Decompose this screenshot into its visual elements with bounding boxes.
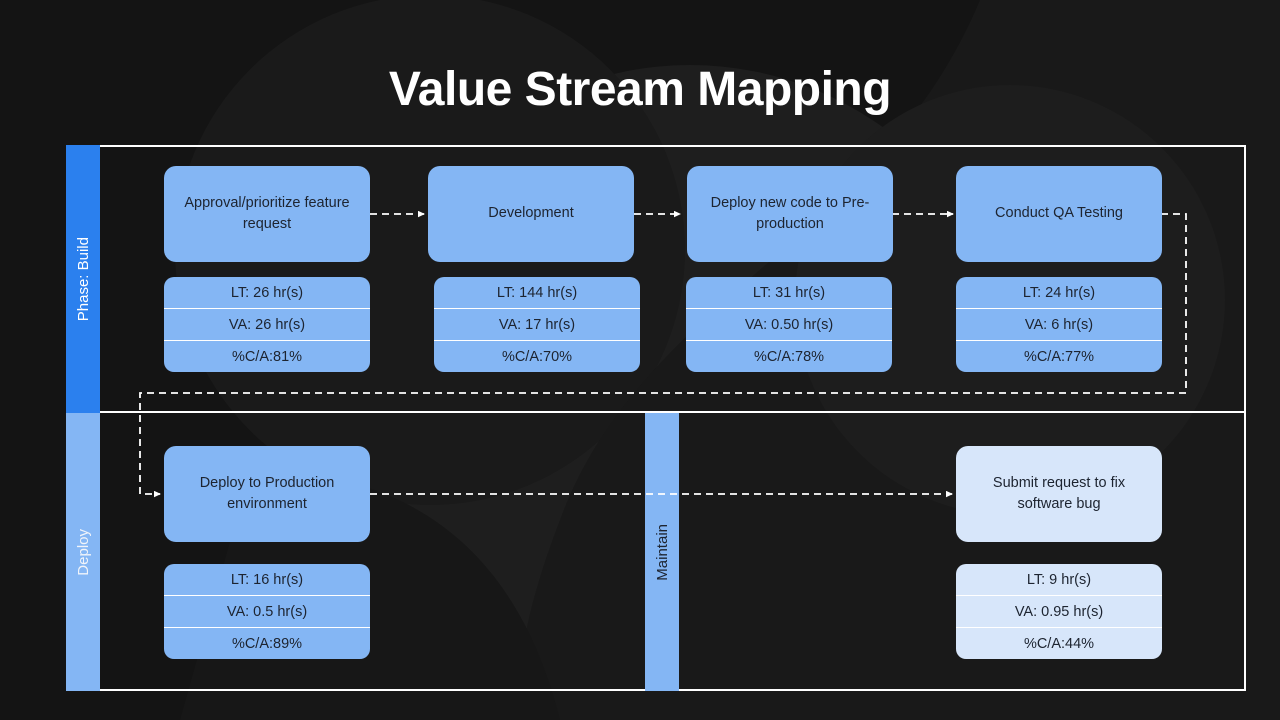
swimlane-band-build: Phase: Build <box>66 145 100 413</box>
metric-complete-accurate: %C/A:44% <box>956 627 1162 659</box>
page-title: Value Stream Mapping <box>388 63 892 116</box>
process-label-development: Development <box>488 205 574 222</box>
swimlane-band-deploy: Deploy <box>66 413 100 691</box>
metric-complete-accurate: %C/A:78% <box>686 340 892 372</box>
metric-stack-qa-testing: LT: 24 hr(s) VA: 6 hr(s) %C/A:77% <box>956 277 1162 372</box>
metric-complete-accurate: %C/A:77% <box>956 340 1162 372</box>
process-box-approval[interactable]: Approval/prioritize feature request <box>164 166 370 262</box>
swimlane-label-maintain: Maintain <box>653 523 671 581</box>
metric-value-add: VA: 26 hr(s) <box>164 308 370 340</box>
process-label-deploy-production: Deploy to Production environment <box>199 474 335 512</box>
metric-lead-time: LT: 31 hr(s) <box>752 284 826 301</box>
process-box-development[interactable]: Development <box>428 166 634 262</box>
metric-lead-time: LT: 144 hr(s) <box>496 284 578 301</box>
metric-value-add: VA: 17 hr(s) <box>434 308 640 340</box>
metric-lead-time: LT: 9 hr(s) <box>1026 571 1092 588</box>
metric-lead-time: LT: 26 hr(s) <box>230 284 304 301</box>
metric-complete-accurate: %C/A:89% <box>164 627 370 659</box>
frame-right-border <box>1244 145 1246 691</box>
metric-value-add: VA: 0.95 hr(s) <box>956 595 1162 627</box>
metric-stack-deploy-production: LT: 16 hr(s) VA: 0.5 hr(s) %C/A:89% <box>164 564 370 659</box>
metric-stack-submit-bug: LT: 9 hr(s) VA: 0.95 hr(s) %C/A:44% <box>956 564 1162 659</box>
swimlane-band-maintain: Maintain <box>645 413 679 691</box>
process-box-qa-testing[interactable]: Conduct QA Testing <box>956 166 1162 262</box>
metric-lead-time: LT: 24 hr(s) <box>1022 284 1096 301</box>
swimlane-label-deploy: Deploy <box>74 528 92 576</box>
frame-top-border <box>100 145 1246 147</box>
metric-stack-approval: LT: 26 hr(s) VA: 26 hr(s) %C/A:81% <box>164 277 370 372</box>
process-label-qa-testing: Conduct QA Testing <box>995 205 1123 222</box>
metric-value-add: VA: 6 hr(s) <box>956 308 1162 340</box>
process-box-deploy-preprod[interactable]: Deploy new code to Pre-production <box>687 166 893 262</box>
swimlane-label-build: Phase: Build <box>74 236 92 322</box>
process-label-deploy-preprod: Deploy new code to Pre-production <box>710 194 870 232</box>
metric-stack-development: LT: 144 hr(s) VA: 17 hr(s) %C/A:70% <box>434 277 640 372</box>
process-box-submit-bug[interactable]: Submit request to fix software bug <box>956 446 1162 542</box>
metric-complete-accurate: %C/A:70% <box>434 340 640 372</box>
process-label-submit-bug: Submit request to fix software bug <box>992 474 1126 512</box>
metric-value-add: VA: 0.50 hr(s) <box>686 308 892 340</box>
metric-complete-accurate: %C/A:81% <box>164 340 370 372</box>
metric-stack-deploy-preprod: LT: 31 hr(s) VA: 0.50 hr(s) %C/A:78% <box>686 277 892 372</box>
process-label-approval: Approval/prioritize feature request <box>184 194 350 232</box>
metric-value-add: VA: 0.5 hr(s) <box>164 595 370 627</box>
metric-lead-time: LT: 16 hr(s) <box>230 571 304 588</box>
process-box-deploy-production[interactable]: Deploy to Production environment <box>164 446 370 542</box>
